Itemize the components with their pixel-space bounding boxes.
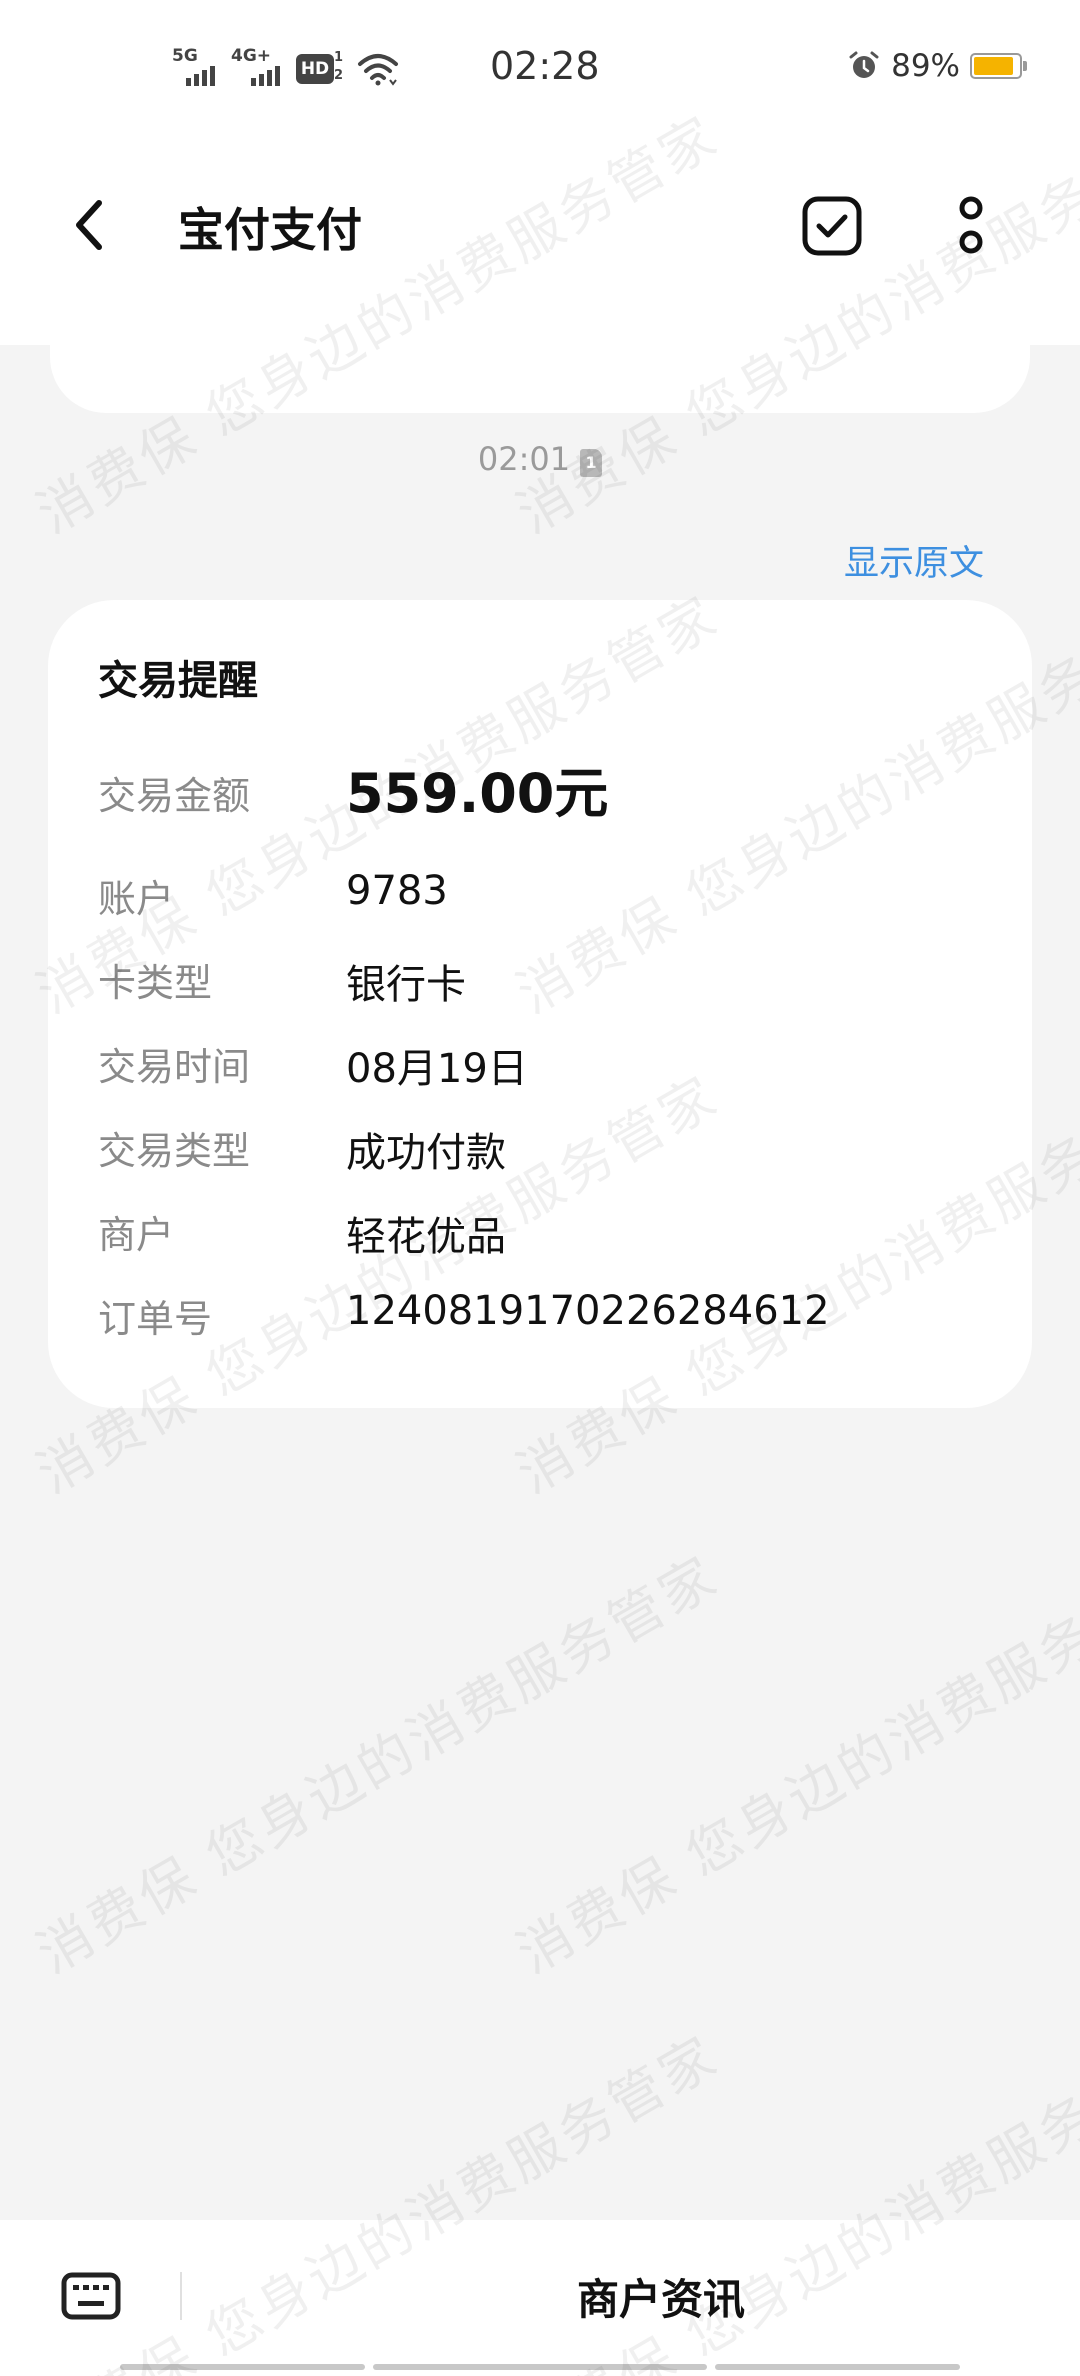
- alarm-icon: [849, 51, 879, 78]
- signal-5g-icon: 5G: [172, 46, 215, 86]
- row-value: 轻花优品: [346, 1214, 506, 1260]
- row-value: 9783: [346, 868, 448, 914]
- more-vertical-icon: [959, 196, 983, 254]
- message-timestamp: 02:01 1: [0, 440, 1080, 478]
- hd-voice-icon: HD 1 2: [296, 50, 344, 86]
- more-options-button[interactable]: [935, 190, 1007, 262]
- row-key: 交易时间: [98, 1045, 251, 1089]
- signal-4g-icon: 4G+: [231, 46, 280, 86]
- status-time: 02:28: [490, 44, 600, 88]
- checkbox-checked-icon: [802, 196, 862, 256]
- sim-card-icon: 1: [580, 449, 603, 477]
- transaction-card[interactable]: 交易提醒 交易金额 559.00元 账户 9783 卡类型 银行卡 交易时间 0…: [48, 600, 1032, 1408]
- row-key: 账户: [98, 877, 175, 921]
- row-key: 交易类型: [98, 1129, 251, 1173]
- row-value: 08月19日: [346, 1046, 528, 1092]
- row-value: 559.00元: [346, 762, 609, 825]
- hd-sub-1: 1: [334, 50, 344, 65]
- chat-area[interactable]: 02:01 1 显示原文 交易提醒 交易金额 559.00元 账户 9783 卡类…: [0, 275, 1080, 2220]
- row-merchant: 商户 轻花优品: [98, 1204, 998, 1264]
- row-card-type: 卡类型 银行卡: [98, 952, 998, 1012]
- battery-fill: [974, 57, 1014, 75]
- select-messages-button[interactable]: [796, 190, 868, 262]
- hd-sub-2: 2: [334, 68, 344, 83]
- menu-label: 商户资讯: [576, 2274, 745, 2324]
- row-transaction-type: 交易类型 成功付款: [98, 1120, 998, 1180]
- row-key: 订单号: [98, 1297, 213, 1341]
- row-key: 卡类型: [98, 961, 213, 1005]
- status-right: 89%: [847, 48, 1027, 84]
- row-key: 商户: [98, 1213, 175, 1257]
- merchant-info-menu-button[interactable]: 商户资讯: [182, 2250, 1080, 2342]
- back-button[interactable]: [54, 190, 124, 260]
- status-left: 5G 4G+ HD 1 2: [172, 46, 400, 86]
- row-amount: 交易金额 559.00元: [98, 762, 998, 825]
- row-key: 交易金额: [98, 774, 251, 818]
- card-title: 交易提醒: [98, 658, 258, 704]
- message-time: 02:01: [477, 440, 571, 478]
- menu-indicators: [120, 2364, 960, 2372]
- wifi-icon: [358, 54, 398, 86]
- row-transaction-time: 交易时间 08月19日: [98, 1036, 998, 1096]
- battery-icon: [970, 53, 1027, 79]
- status-bar: 5G 4G+ HD 1 2 02:28 89%: [0, 0, 1080, 140]
- page-title: 宝付支付: [178, 203, 362, 257]
- battery-percent: 89%: [891, 48, 960, 84]
- row-value: 成功付款: [346, 1130, 506, 1176]
- row-value: 银行卡: [346, 962, 466, 1008]
- row-order-number: 订单号 1240819170226284612: [98, 1288, 998, 1348]
- keyboard-icon: [61, 2272, 121, 2320]
- top-area: 5G 4G+ HD 1 2 02:28 89% 宝付支付: [0, 0, 1080, 345]
- app-header: 宝付支付: [0, 170, 1080, 280]
- network-label-5g: 5G: [172, 46, 198, 66]
- bottom-bar: 商户资讯: [0, 2220, 1080, 2376]
- chevron-left-icon: [76, 200, 102, 250]
- hd-label: HD: [296, 54, 334, 84]
- network-label-4g: 4G+: [231, 46, 272, 66]
- row-value: 1240819170226284612: [346, 1288, 830, 1334]
- keyboard-button[interactable]: [56, 2268, 126, 2324]
- row-account: 账户 9783: [98, 868, 998, 928]
- show-original-link[interactable]: 显示原文: [844, 535, 984, 586]
